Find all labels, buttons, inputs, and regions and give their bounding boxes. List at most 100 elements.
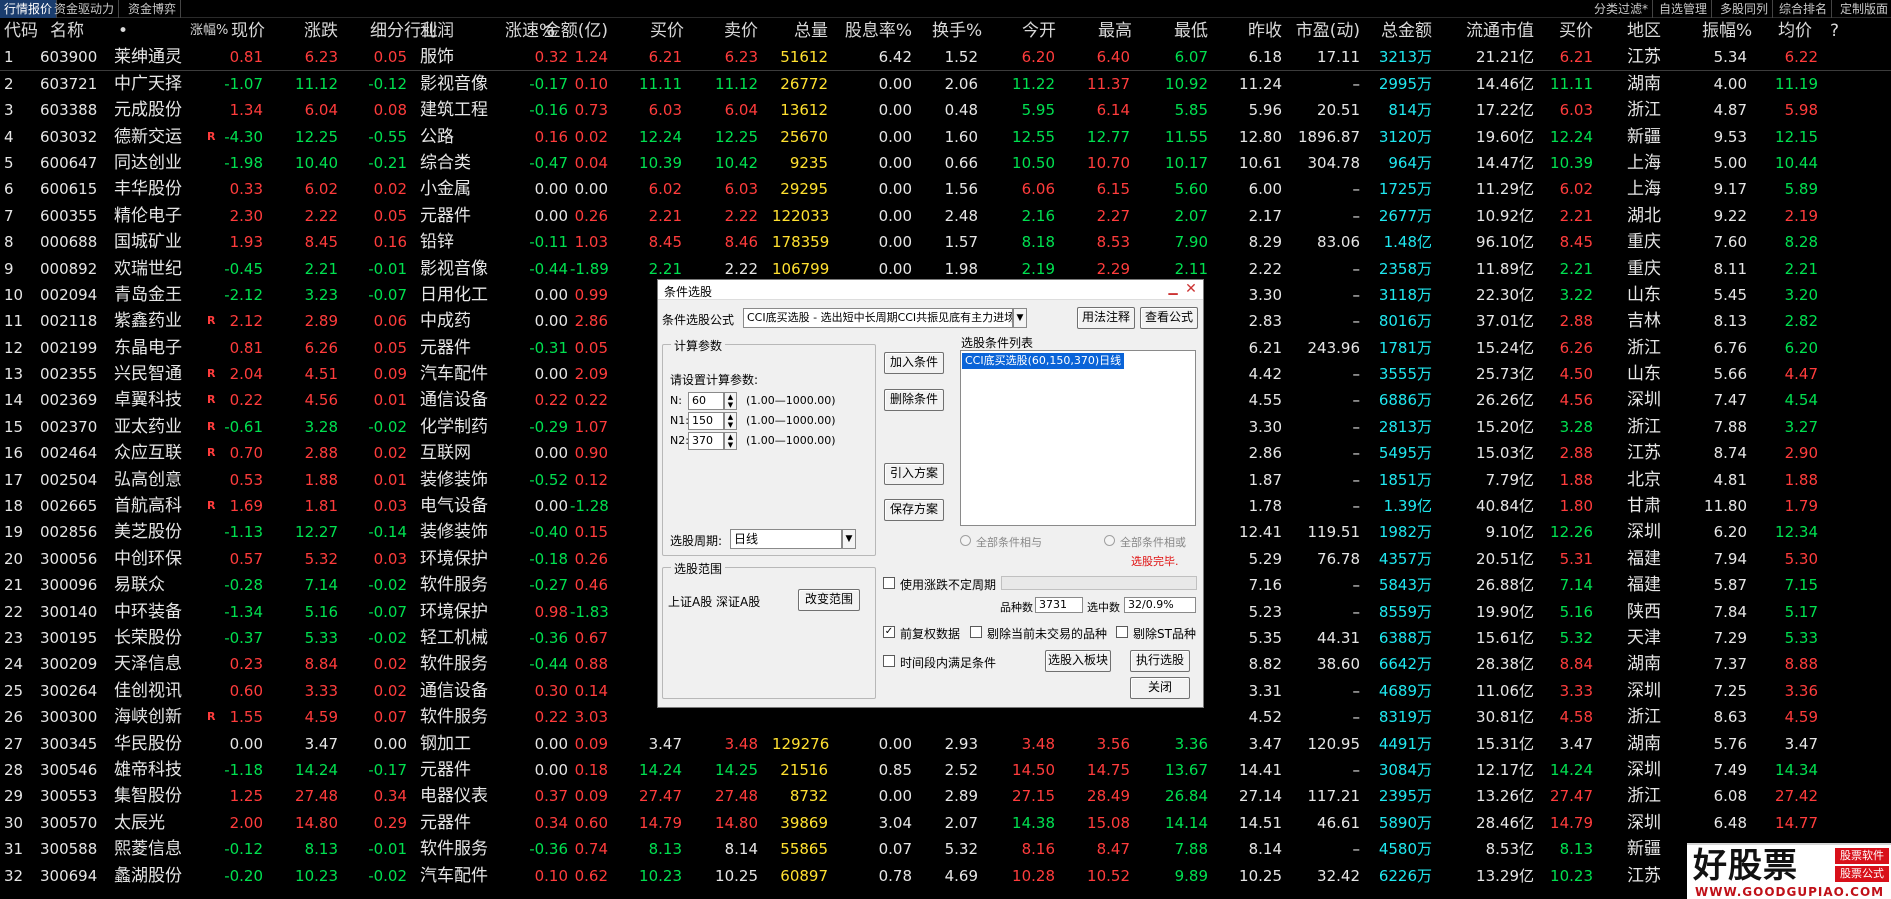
cell-m	[205, 678, 219, 704]
cell-high: 15.08	[1087, 813, 1130, 832]
cell-prev: 5.35	[1248, 628, 1282, 647]
usage-note-button[interactable]: 用法注释	[1077, 307, 1135, 329]
chevron-down-icon[interactable]: ▼	[1013, 308, 1027, 328]
add-condition-button[interactable]: 加入条件	[884, 352, 944, 374]
condition-list[interactable]: CCI底买选股(60,150,370)日线	[960, 350, 1196, 526]
minimize-icon[interactable]: ▁	[1165, 280, 1181, 298]
cell-amt: 1.24	[574, 48, 608, 67]
table-row[interactable]: 3 603388 元成股份 1.34 6.04 0.08 建筑工程 -0.16 0.73 6.03…	[0, 97, 1891, 123]
table-row[interactable]: 4 603032 德新交运 R -4.30 12.25 -0.55 公路 0.16 0.02 12.…	[0, 124, 1891, 150]
column-header-17[interactable]: 最高	[1094, 18, 1134, 44]
cell-ind: 汽车配件	[420, 364, 488, 385]
cell-m	[205, 282, 219, 308]
delete-condition-button[interactable]: 删除条件	[884, 389, 944, 411]
column-header-22[interactable]: 流通市值	[1460, 18, 1536, 44]
table-row[interactable]: 6 600615 丰华股份 0.33 6.02 0.02 小金属 0.00 0.00 6.02 6.…	[0, 176, 1891, 202]
cell-code: 300056	[40, 549, 98, 568]
exclude-untraded-checkbox[interactable]	[970, 626, 982, 638]
table-row[interactable]: 29 300553 集智股份 1.25 27.48 0.34 电器仪表 0.37 0.09 27.…	[0, 783, 1891, 809]
tab-right-5[interactable]: 定制版面	[1836, 0, 1891, 18]
column-header-14[interactable]: 股息率%	[840, 18, 914, 44]
cell-ind: 服饰	[420, 47, 454, 68]
change-range-button[interactable]: 改变范围	[798, 589, 860, 611]
table-row[interactable]: 5 600647 同达创业 -1.98 10.40 -0.21 综合类 -0.47 0.04 10…	[0, 150, 1891, 176]
table-row[interactable]: 28 300546 雄帝科技 -1.18 14.24 -0.17 元器件 0.00 0.18 14…	[0, 757, 1891, 783]
radio-or[interactable]	[1104, 535, 1115, 546]
cell-spd: -0.52	[529, 470, 568, 489]
table-row[interactable]: 7 600355 精伦电子 2.30 2.22 0.05 元器件 0.00 0.26 2.21 2.…	[0, 203, 1891, 229]
cell-area: 江苏	[1627, 443, 1661, 464]
forward-rights-checkbox[interactable]: ✓	[883, 626, 895, 638]
cell-ask	[690, 704, 760, 730]
column-header-2[interactable]: 名称	[48, 18, 98, 44]
exclude-st-checkbox[interactable]	[1116, 626, 1128, 638]
tab-right-3[interactable]: 多股同列	[1716, 0, 1774, 18]
column-header-10[interactable]: 金额(亿)	[538, 18, 610, 44]
column-header-3[interactable]: •	[116, 18, 166, 44]
column-header-1[interactable]: 代码	[2, 18, 38, 44]
column-header-27[interactable]: ?	[1828, 18, 1842, 44]
column-header-6[interactable]: 涨跌	[300, 18, 340, 44]
column-header-11[interactable]: 买价	[646, 18, 686, 44]
select-to-block-button[interactable]: 选股入板块	[1045, 650, 1111, 672]
time-range-checkbox[interactable]	[883, 655, 895, 667]
cell-area: 江苏	[1627, 47, 1661, 68]
table-row[interactable]: 32 300694 蠡湖股份 -0.20 10.23 -0.02 汽车配件 0.10 0.62 1…	[0, 863, 1891, 889]
column-header-13[interactable]: 总量	[790, 18, 830, 44]
column-header-15[interactable]: 换手%	[930, 18, 982, 44]
run-selection-button[interactable]: 执行选股	[1130, 650, 1190, 672]
close-dialog-button[interactable]: 关闭	[1130, 677, 1190, 699]
table-row[interactable]: 26 300300 海峡创新 R 1.55 4.59 0.07 软件服务 0.22 3.03 4.5…	[0, 704, 1891, 730]
cell-ask: 8.46	[724, 233, 758, 252]
column-header-24[interactable]: 地区	[1625, 18, 1665, 44]
column-header-12[interactable]: 卖价	[720, 18, 760, 44]
spinner-icon[interactable]: ▲ ▼	[724, 432, 737, 450]
cell-amt: 0.09	[574, 734, 608, 753]
table-row[interactable]: 1 603900 莱绅通灵 0.81 6.23 0.05 服饰 0.32 1.24 6.21 6.2…	[0, 44, 1891, 71]
radio-and[interactable]	[960, 535, 971, 546]
view-formula-button[interactable]: 查看公式	[1140, 307, 1198, 329]
spinner-icon[interactable]: ▲ ▼	[724, 412, 737, 430]
uncertain-period-checkbox[interactable]	[883, 577, 895, 589]
param-input[interactable]: 60	[688, 392, 724, 410]
column-header-21[interactable]: 总金额	[1370, 18, 1434, 44]
import-plan-button[interactable]: 引入方案	[884, 463, 944, 485]
period-select[interactable]: 日线	[730, 529, 842, 549]
formula-select[interactable]: CCI底买选股 - 选出短中长周期CCI共振见底有主力进场	[743, 308, 1013, 328]
table-row[interactable]: 27 300345 华民股份 0.00 3.47 0.00 钢加工 0.00 0.09 3.47 3…	[0, 731, 1891, 757]
table-row[interactable]: 31 300588 熙菱信息 -0.12 8.13 -0.01 软件服务 -0.36 0.74 8…	[0, 836, 1891, 862]
table-row[interactable]: 8 000688 国城矿业 1.93 8.45 0.16 铅锌 -0.11 1.03 8.45 8.…	[0, 229, 1891, 255]
save-plan-button[interactable]: 保存方案	[884, 499, 944, 521]
table-row[interactable]: 2 603721 中广天择 -1.07 11.12 -0.12 影视音像 -0.17 0.10 1…	[0, 71, 1891, 97]
forward-rights-label: 前复权数据	[900, 627, 961, 641]
spinner-icon[interactable]: ▲ ▼	[724, 392, 737, 410]
table-row[interactable]: 30 300570 太辰光 2.00 14.80 0.29 元器件 0.34 0.60 14.79…	[0, 810, 1891, 836]
condition-list-item[interactable]: CCI底买选股(60,150,370)日线	[962, 353, 1125, 369]
cell-mcap: 15.24亿	[1476, 338, 1534, 357]
table-row[interactable]: 9 000892 欢瑞世纪 -0.45 2.21 -0.01 影视音像 -0.44 -1.89 2…	[0, 256, 1891, 282]
chevron-down-icon[interactable]: ▼	[842, 529, 856, 549]
tab-left-1[interactable]: 行情报价	[0, 0, 58, 18]
cell-area: 福建	[1627, 575, 1661, 596]
tab-right-2[interactable]: 自选管理	[1655, 0, 1713, 18]
tab-left-2[interactable]: 资金驱动力	[50, 0, 120, 18]
column-header-26[interactable]: 均价	[1774, 18, 1814, 44]
close-icon[interactable]: ✕	[1183, 280, 1199, 298]
column-header-20[interactable]: 市盈(动)	[1292, 18, 1362, 44]
column-header-23[interactable]: 买价	[1555, 18, 1595, 44]
dialog-title: 条件选股	[664, 285, 713, 299]
column-header-7[interactable]: 细分行业	[368, 18, 438, 44]
column-header-16[interactable]: 今开	[1018, 18, 1058, 44]
tab-left-3[interactable]: 资金博弈	[124, 0, 182, 18]
param-input[interactable]: 370	[688, 432, 724, 450]
column-header-4[interactable]: 涨幅%	[188, 18, 228, 44]
tab-right-1[interactable]: 分类过滤*	[1590, 0, 1654, 18]
tab-right-4[interactable]: 综合排名	[1775, 0, 1833, 18]
cell-pe: –	[1352, 444, 1361, 463]
param-input[interactable]: 150	[688, 412, 724, 430]
column-header-18[interactable]: 最低	[1170, 18, 1210, 44]
column-header-5[interactable]: 现价	[212, 18, 267, 44]
column-header-8[interactable]: 利润	[418, 18, 508, 44]
column-header-25[interactable]: 振幅%	[1700, 18, 1752, 44]
column-header-19[interactable]: 昨收	[1244, 18, 1284, 44]
